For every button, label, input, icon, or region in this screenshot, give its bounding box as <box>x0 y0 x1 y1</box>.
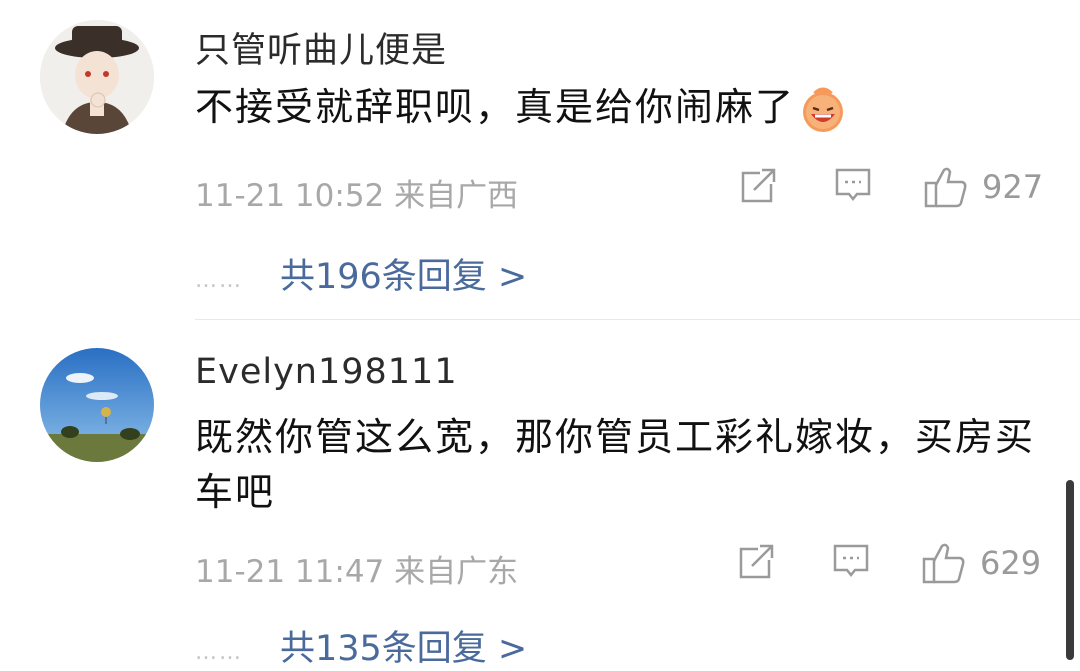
comment-meta: 11-21 10:52 来自广西 <box>195 170 518 215</box>
comment-icon[interactable] <box>832 542 870 584</box>
comment-meta: 11-21 11:47 来自广东 <box>195 546 518 591</box>
timestamp: 11-21 11:47 <box>195 554 385 590</box>
laughing-emoji-icon <box>799 86 847 134</box>
username[interactable]: Evelyn198111 <box>195 352 458 392</box>
avatar[interactable] <box>40 20 154 134</box>
comment-item: 只管听曲儿便是 不接受就辞职呗，真是给你闹麻了 11-21 10:52 来自广西 <box>0 0 1080 320</box>
comment-item: Evelyn198111 既然你管这么宽，那你管员工彩礼嫁妆，买房买车吧 11-… <box>0 320 1080 669</box>
username[interactable]: 只管听曲儿便是 <box>195 22 447 73</box>
like-count: 927 <box>982 168 1044 206</box>
replies-dots: …… <box>195 268 243 293</box>
timestamp: 11-21 10:52 <box>195 178 385 214</box>
avatar[interactable] <box>40 348 154 462</box>
location: 来自广西 <box>394 178 519 214</box>
share-icon[interactable] <box>738 542 776 584</box>
comment-text: 不接受就辞职呗，真是给你闹麻了 <box>195 80 1055 135</box>
like-icon[interactable] <box>924 166 968 212</box>
scrollbar[interactable] <box>1066 480 1074 660</box>
comment-text-body: 不接受就辞职呗，真是给你闹麻了 <box>195 85 796 129</box>
like-icon[interactable] <box>922 542 966 588</box>
view-replies-link[interactable]: 共196条回复 > <box>280 248 527 299</box>
view-replies-link[interactable]: 共135条回复 > <box>280 620 527 671</box>
like-count: 629 <box>980 544 1042 582</box>
share-icon[interactable] <box>740 166 778 208</box>
comment-text: 既然你管这么宽，那你管员工彩礼嫁妆，买房买车吧 <box>195 415 1036 514</box>
replies-dots: …… <box>195 640 243 665</box>
comment-icon[interactable] <box>834 166 872 208</box>
location: 来自广东 <box>394 554 519 590</box>
